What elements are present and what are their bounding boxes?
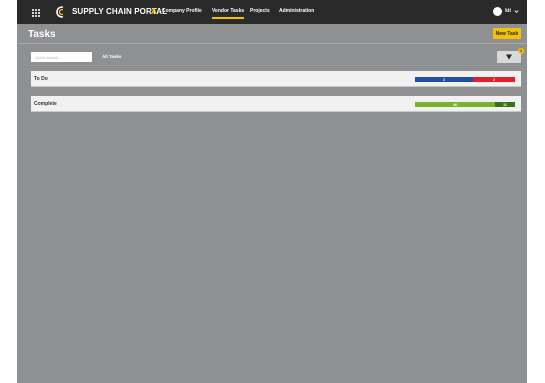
task-progress-bar: 2 2 <box>415 77 515 82</box>
nav-vendor-tasks[interactable]: Vendor Tasks <box>212 8 245 19</box>
filter-count-badge: 1 <box>518 48 524 54</box>
search-input[interactable] <box>31 52 92 62</box>
logo-icon <box>56 6 64 18</box>
task-row-complete[interactable]: Complete 46 11 <box>31 96 521 112</box>
task-row-label: To Do <box>34 76 48 82</box>
app-frame: SUPPLY CHAIN PORTAL A Company Profile Ve… <box>17 0 527 383</box>
task-segment-red: 2 <box>473 77 515 82</box>
nav-administration[interactable]: Administration <box>279 8 314 14</box>
apps-grid-icon[interactable] <box>32 9 40 17</box>
task-segment-dark-green: 11 <box>495 102 515 107</box>
top-navigation: SUPPLY CHAIN PORTAL A Company Profile Ve… <box>17 0 527 24</box>
filter-icon <box>506 54 512 60</box>
chevron-down-icon <box>514 9 519 13</box>
user-menu[interactable]: kit <box>493 6 519 16</box>
user-name: kit <box>505 8 511 14</box>
nav-company-profile[interactable]: Company Profile <box>162 8 202 14</box>
all-tasks-filter[interactable]: All Tasks <box>102 54 121 59</box>
new-task-button[interactable]: New Task <box>493 28 521 39</box>
header-divider <box>17 43 527 44</box>
filter-button[interactable] <box>497 51 521 63</box>
task-segment-blue: 2 <box>415 77 473 82</box>
nav-projects[interactable]: Projects <box>250 8 270 14</box>
task-segment-green: 46 <box>415 102 495 107</box>
task-row-todo[interactable]: To Do 2 2 <box>31 71 521 87</box>
avatar-icon <box>493 6 503 16</box>
brand-mark: A <box>151 7 157 16</box>
task-row-label: Complete <box>34 101 57 107</box>
task-progress-bar: 46 11 <box>415 102 515 107</box>
page-title: Tasks <box>28 29 56 40</box>
